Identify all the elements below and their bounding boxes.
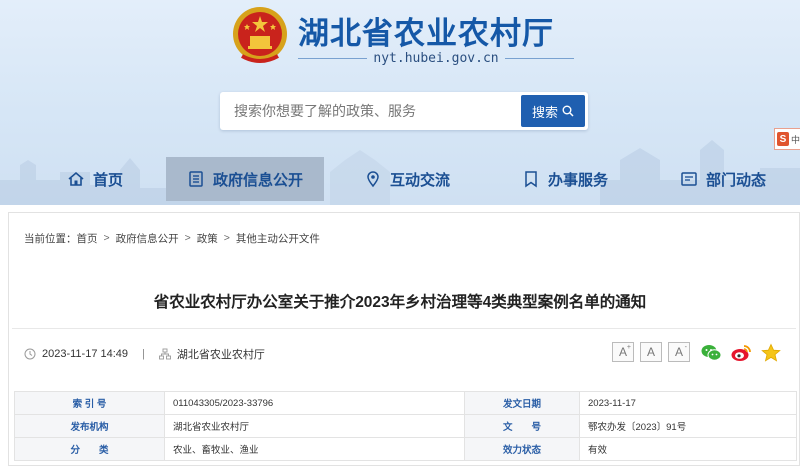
font-increase-button[interactable]: A +: [612, 342, 634, 362]
breadcrumb-gov-info[interactable]: 政府信息公开: [116, 231, 179, 246]
breadcrumb-separator: >: [184, 232, 191, 244]
main-nav: 首页 政府信息公开 互动交流 办事服务 部门动态: [0, 157, 800, 201]
breadcrumb-other-files[interactable]: 其他主动公开文件: [236, 231, 320, 246]
home-icon: [68, 171, 84, 186]
table-row: 索 引 号 011043305/2023-33796 发文日期 2023-11-…: [14, 391, 797, 415]
article-title: 省农业农村厅办公室关于推介2023年乡村治理等4类典型案例名单的通知: [153, 294, 647, 311]
floating-widget-badge[interactable]: S 中: [774, 128, 800, 150]
font-default-button[interactable]: A: [640, 342, 662, 362]
font-size-controls: A + A A-: [612, 342, 690, 364]
breadcrumb-prefix: 当前位置：: [24, 232, 77, 245]
document-info-table: 索 引 号 011043305/2023-33796 发文日期 2023-11-…: [14, 391, 797, 461]
nav-item-home[interactable]: 首页: [40, 157, 150, 201]
font-increase-mark: +: [626, 344, 631, 351]
info-value: 2023-11-17: [579, 391, 797, 415]
table-row: 发布机构 湖北省农业农村厅 文 号 鄂农办发〔2023〕91号: [14, 414, 797, 438]
info-label: 分 类: [14, 437, 165, 461]
font-button-label: A: [618, 345, 627, 359]
wechat-icon[interactable]: [700, 343, 722, 363]
breadcrumb: 当前位置： 首页 > 政府信息公开 > 政策 > 其他主动公开文件: [24, 230, 320, 246]
nav-label: 政府信息公开: [212, 171, 303, 189]
nav-item-interaction[interactable]: 互动交流: [352, 157, 462, 201]
article-source: 湖北省农业农村厅: [176, 349, 265, 361]
search-box: 搜索: [220, 92, 588, 130]
domain-divider: [504, 57, 575, 59]
font-button-label: A: [674, 345, 683, 359]
search-button[interactable]: 搜索: [521, 95, 585, 127]
article-meta: 2023-11-17 14:49 | 湖北省农业农村厅: [24, 345, 265, 363]
title-divider: [12, 328, 796, 329]
info-label: 发布机构: [14, 414, 165, 438]
breadcrumb-separator: >: [223, 232, 230, 244]
font-decrease-mark: -: [684, 344, 687, 351]
domain-divider: [298, 57, 368, 59]
site-title: 湖北省农业农村厅: [298, 16, 554, 52]
info-value: 农业、畜牧业、渔业: [164, 437, 465, 461]
info-value: 有效: [579, 437, 797, 461]
info-label: 索 引 号: [14, 391, 165, 415]
info-label: 文 号: [464, 414, 580, 438]
clock-icon: [24, 348, 36, 360]
nav-item-gov-info[interactable]: 政府信息公开: [166, 157, 324, 201]
meta-separator: |: [142, 348, 145, 360]
breadcrumb-separator: >: [103, 232, 110, 244]
bookmark-icon: [525, 171, 537, 188]
weibo-icon[interactable]: [730, 343, 752, 363]
nav-item-services[interactable]: 办事服务: [510, 157, 620, 201]
font-button-label: A: [646, 345, 655, 359]
info-label: 效力状态: [464, 437, 580, 461]
nav-label: 办事服务: [547, 171, 608, 189]
share-bar: [700, 342, 782, 364]
organization-icon: [158, 348, 171, 360]
font-decrease-button[interactable]: A-: [668, 342, 690, 362]
search-icon: [562, 105, 574, 117]
info-value: 湖北省农业农村厅: [164, 414, 465, 438]
news-icon: [681, 172, 697, 186]
site-domain-row: nyt.hubei.gov.cn: [298, 50, 575, 66]
nav-label: 互动交流: [389, 171, 450, 189]
site-domain: nyt.hubei.gov.cn: [373, 50, 499, 66]
breadcrumb-home[interactable]: 首页: [77, 231, 98, 246]
document-list-icon: [189, 171, 203, 187]
info-label: 发文日期: [464, 391, 580, 415]
publish-date: 2023-11-17 14:49: [42, 348, 129, 360]
favorite-star-icon[interactable]: [760, 343, 782, 363]
nav-label: 首页: [92, 171, 123, 189]
info-value: 011043305/2023-33796: [164, 391, 465, 415]
badge-glyph: S: [777, 132, 789, 146]
national-emblem-icon: [233, 7, 287, 63]
badge-text: 中: [790, 134, 800, 145]
nav-label: 部门动态: [705, 171, 766, 189]
location-pin-icon: [367, 171, 379, 188]
table-row: 分 类 农业、畜牧业、渔业 效力状态 有效: [14, 437, 797, 461]
search-input[interactable]: [220, 92, 521, 130]
header-banner: 湖北省农业农村厅 nyt.hubei.gov.cn 搜索 S 中 首页: [0, 0, 800, 205]
nav-item-department-news[interactable]: 部门动态: [668, 157, 778, 201]
breadcrumb-policy[interactable]: 政策: [197, 231, 218, 246]
info-value: 鄂农办发〔2023〕91号: [579, 414, 797, 438]
search-button-label: 搜索: [531, 104, 558, 120]
